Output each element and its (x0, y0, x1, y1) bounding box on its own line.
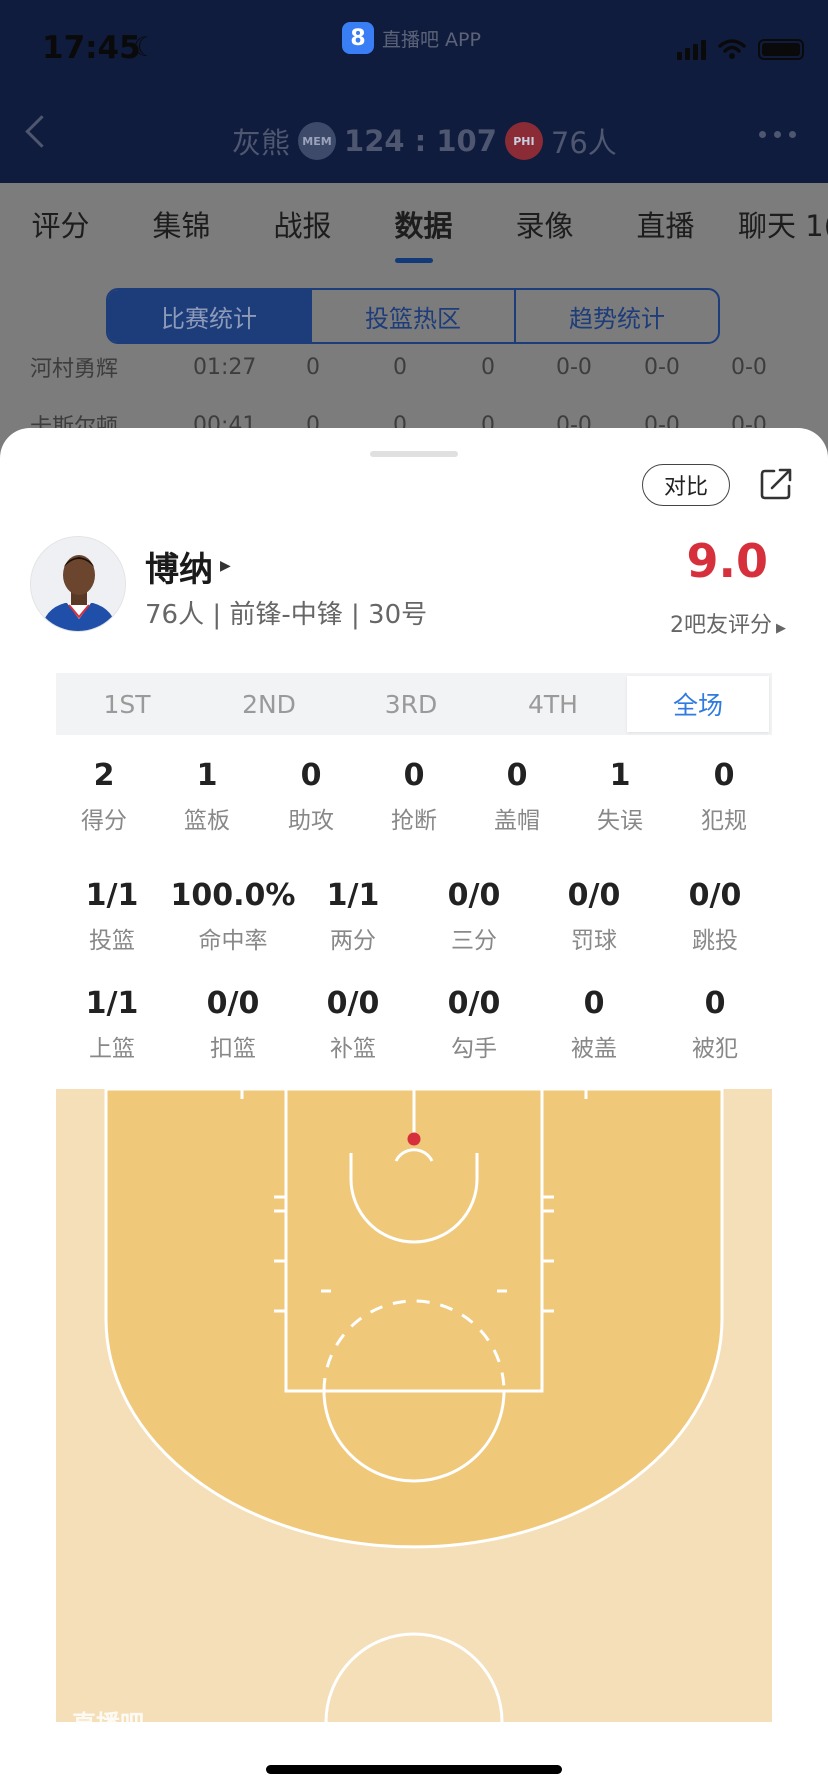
active-tab-indicator (395, 258, 433, 263)
stat-free-throw: 0/0 罚球 (567, 878, 621, 954)
signal-icon (677, 38, 706, 60)
seg-game-stats[interactable]: 比赛统计 (108, 290, 312, 342)
player-rating: 9.0 (686, 534, 769, 588)
player-info: 76人 | 前锋-中锋 | 30号 (145, 600, 428, 630)
more-icon[interactable] (759, 131, 796, 138)
away-team-logo: PHI (504, 122, 543, 160)
match-header: 17:45 ☾ 8 直播吧 APP 灰熊 MEM 124 : 107 PHI 7… (0, 0, 828, 183)
tab-live[interactable]: 直播 (605, 203, 726, 245)
rating-count-label: 2吧友评分 (670, 613, 772, 638)
stat-steals: 0 抢断 (391, 758, 437, 834)
table-row: 河村勇辉 01:27 0 0 0 0-0 0-0 0-0 (0, 352, 828, 383)
stat-points: 2 得分 (81, 758, 127, 834)
stat-dunk: 0/0 扣篮 (206, 986, 260, 1062)
row-minutes: 01:27 (193, 354, 257, 380)
wifi-icon (718, 39, 746, 59)
app-name: 直播吧 APP (382, 28, 481, 51)
stat-layup: 1/1 上篮 (85, 986, 139, 1062)
tab-rating[interactable]: 评分 (0, 203, 121, 245)
stat-rebounds: 1 篮板 (184, 758, 230, 834)
sheet-drag-handle[interactable] (370, 451, 458, 457)
row-stat: 0 (481, 354, 495, 380)
quarter-selector: 1ST 2ND 3RD 4TH 全场 (56, 673, 772, 735)
quarter-3rd[interactable]: 3RD (340, 673, 482, 735)
compare-button[interactable]: 对比 (642, 464, 730, 506)
system-icons (677, 38, 804, 60)
quarter-1st[interactable]: 1ST (56, 673, 198, 735)
seg-shot-zones[interactable]: 投篮热区 (312, 290, 516, 342)
stat-fg-pct: 100.0% 命中率 (170, 878, 296, 954)
stat-fouls: 0 犯规 (701, 758, 747, 834)
stat-putback: 0/0 补篮 (326, 986, 380, 1062)
away-team-name: 76人 (550, 126, 617, 160)
rating-arrow-icon: ▶ (776, 621, 786, 636)
row-stat: 0 (393, 354, 407, 380)
home-team-name: 灰熊 (232, 126, 291, 160)
tabs-area: 评分 集锦 战报 数据 录像 直播 聊天 1( 比赛统计 投篮热区 趋势统计 (0, 183, 828, 373)
stat-hook: 0/0 勾手 (447, 986, 501, 1062)
main-tabs: 评分 集锦 战报 数据 录像 直播 聊天 1( (0, 203, 828, 245)
share-icon[interactable] (758, 466, 794, 502)
app-icon: 8 (342, 22, 374, 54)
stat-blocked: 0 被盖 (571, 986, 617, 1062)
score-line: 灰熊 MEM 124 : 107 PHI 76人 (232, 120, 617, 162)
player-stats-sheet: 对比 博纳 ▶ 76人 | 前锋-中锋 | 30号 9.0 2吧友评分 ▶ 1ST… (0, 428, 828, 1792)
row-stat: 0-0 (731, 354, 767, 380)
tab-highlights[interactable]: 集锦 (121, 203, 242, 245)
rating-count-link[interactable]: 2吧友评分 ▶ (670, 607, 786, 639)
stat-two-pt: 1/1 两分 (326, 878, 380, 954)
tab-replay[interactable]: 录像 (484, 203, 605, 245)
watermark-logo: 直播吧 (72, 1710, 144, 1738)
row-player-name: 河村勇辉 (30, 357, 119, 382)
row-stat: 0-0 (556, 354, 592, 380)
status-bar: 17:45 ☾ 8 直播吧 APP (0, 0, 828, 100)
three-point-zone (104, 1089, 724, 1549)
shot-made-marker (407, 1132, 421, 1146)
home-indicator[interactable] (266, 1765, 562, 1774)
match-score: 124 : 107 (344, 124, 497, 158)
stat-turnovers: 1 失误 (597, 758, 643, 834)
seg-trend-stats[interactable]: 趋势统计 (516, 290, 718, 342)
stats-segment-control: 比赛统计 投篮热区 趋势统计 (106, 288, 720, 344)
row-stat: 0 (306, 354, 320, 380)
stat-fg: 1/1 投篮 (85, 878, 139, 954)
row-stat: 0-0 (644, 354, 680, 380)
quarter-4th[interactable]: 4TH (482, 673, 624, 735)
stat-assists: 0 助攻 (288, 758, 334, 834)
back-icon[interactable] (25, 115, 58, 148)
quarter-full-game[interactable]: 全场 (627, 676, 769, 732)
status-time: 17:45 (42, 30, 141, 66)
quarter-2nd[interactable]: 2ND (198, 673, 340, 735)
stat-blocks: 0 盖帽 (494, 758, 540, 834)
stat-jump-shot: 0/0 跳投 (688, 878, 742, 954)
home-team-logo: MEM (298, 122, 337, 160)
player-detail-arrow-icon[interactable]: ▶ (220, 558, 231, 574)
app-badge[interactable]: 8 直播吧 APP (342, 22, 481, 54)
player-name[interactable]: 博纳 (145, 542, 213, 591)
player-avatar (30, 536, 126, 632)
tab-data[interactable]: 数据 (363, 203, 484, 245)
tab-chat[interactable]: 聊天 1( (726, 203, 828, 245)
moon-icon: ☾ (133, 32, 158, 63)
shot-chart-court (56, 1089, 772, 1722)
stat-fouled: 0 被犯 (692, 986, 738, 1062)
tab-report[interactable]: 战报 (242, 203, 363, 245)
stat-three-pt: 0/0 三分 (447, 878, 501, 954)
battery-icon (758, 38, 804, 60)
